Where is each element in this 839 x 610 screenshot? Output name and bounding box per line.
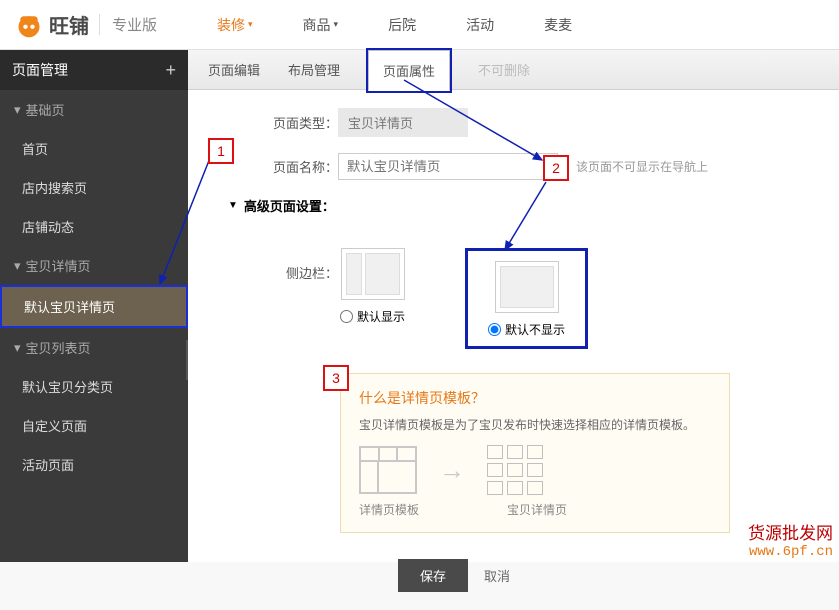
add-page-icon[interactable]: +	[165, 60, 176, 81]
logo-icon	[15, 11, 43, 39]
topnav-backyard[interactable]: 后院	[388, 15, 416, 35]
triangle-down-icon: ▼	[228, 200, 238, 211]
info-panel: 什么是详情页模板？ 宝贝详情页模板是为了宝贝发布时快速选择相应的详情页模板。 →…	[340, 373, 730, 533]
callout-3: 3	[323, 365, 349, 391]
chevron-down-icon: ▾	[14, 258, 21, 274]
diagram-label-template: 详情页模板	[359, 501, 419, 518]
caret-down-icon: ▾	[248, 19, 253, 30]
caret-down-icon: ▾	[334, 19, 339, 30]
template-icon	[359, 446, 417, 494]
page-type-value: 宝贝详情页	[338, 108, 468, 137]
tab-layout-manage[interactable]: 布局管理	[288, 60, 340, 79]
chevron-down-icon: ▾	[14, 340, 21, 356]
sidebar-item-home[interactable]: 首页	[0, 129, 188, 168]
sidebar-group-itemdetail[interactable]: ▾宝贝详情页	[0, 246, 188, 285]
sidebar-item-default-detail[interactable]: 默认宝贝详情页	[0, 285, 188, 328]
page-name-label: 页面名称：	[228, 157, 338, 176]
template-diagram: →	[359, 445, 711, 495]
cancel-button[interactable]: 取消	[484, 566, 510, 585]
radio-show[interactable]	[340, 310, 353, 323]
info-text: 宝贝详情页模板是为了宝贝发布时快速选择相应的详情页模板。	[359, 416, 711, 433]
advanced-settings-header[interactable]: ▼高级页面设置：	[228, 196, 799, 215]
arrow-right-icon: →	[439, 455, 465, 486]
layout-preview-with-sidebar	[341, 248, 405, 300]
callout-1: 1	[208, 138, 234, 164]
info-title: 什么是详情页模板？	[359, 388, 711, 408]
topnav-goods[interactable]: 商品▾	[303, 15, 339, 35]
tab-page-attr[interactable]: 页面属性	[368, 50, 450, 91]
layout-option-hide[interactable]: 默认不显示	[465, 248, 588, 349]
layout-option-show[interactable]: 默认显示	[340, 248, 405, 349]
tab-no-delete: 不可删除	[478, 60, 530, 79]
tab-page-edit[interactable]: 页面编辑	[208, 60, 260, 79]
edition-label: 专业版	[99, 14, 157, 35]
brand-text: 旺铺	[49, 10, 89, 39]
callout-2: 2	[543, 155, 569, 181]
radio-hide[interactable]	[488, 323, 501, 336]
page-name-input[interactable]	[338, 153, 558, 180]
layout-preview-no-sidebar	[495, 261, 559, 313]
page-type-label: 页面类型：	[228, 113, 338, 132]
pages-grid-icon	[487, 445, 543, 495]
sidebar-item-activity[interactable]: 活动页面	[0, 445, 188, 484]
topnav-maimai[interactable]: 麦麦	[544, 15, 572, 35]
sidebar-header: 页面管理 +	[0, 50, 188, 90]
sidebar-item-dynamic[interactable]: 店铺动态	[0, 207, 188, 246]
sidebar: 页面管理 + ▾基础页 首页 店内搜索页 店铺动态 ▾宝贝详情页 默认宝贝详情页…	[0, 50, 188, 562]
diagram-label-pages: 宝贝详情页	[507, 501, 567, 518]
sidebar-group-basic[interactable]: ▾基础页	[0, 90, 188, 129]
sidebar-option-label: 侧边栏：	[228, 263, 338, 282]
chevron-down-icon: ▾	[14, 102, 21, 118]
sidebar-item-search[interactable]: 店内搜索页	[0, 168, 188, 207]
sidebar-group-itemlist[interactable]: ▾宝贝列表页	[0, 328, 188, 367]
page-name-hint: 该页面不可显示在导航上	[576, 158, 708, 175]
sidebar-item-default-cat[interactable]: 默认宝贝分类页	[0, 367, 188, 406]
save-button[interactable]: 保存	[398, 559, 468, 592]
logo: 旺铺	[15, 10, 89, 39]
topnav-decorate[interactable]: 装修▾	[217, 15, 253, 35]
watermark: 货源批发网 www.6pf.cn	[748, 519, 833, 560]
topnav-activity[interactable]: 活动	[466, 15, 494, 35]
sidebar-item-custom[interactable]: 自定义页面	[0, 406, 188, 445]
